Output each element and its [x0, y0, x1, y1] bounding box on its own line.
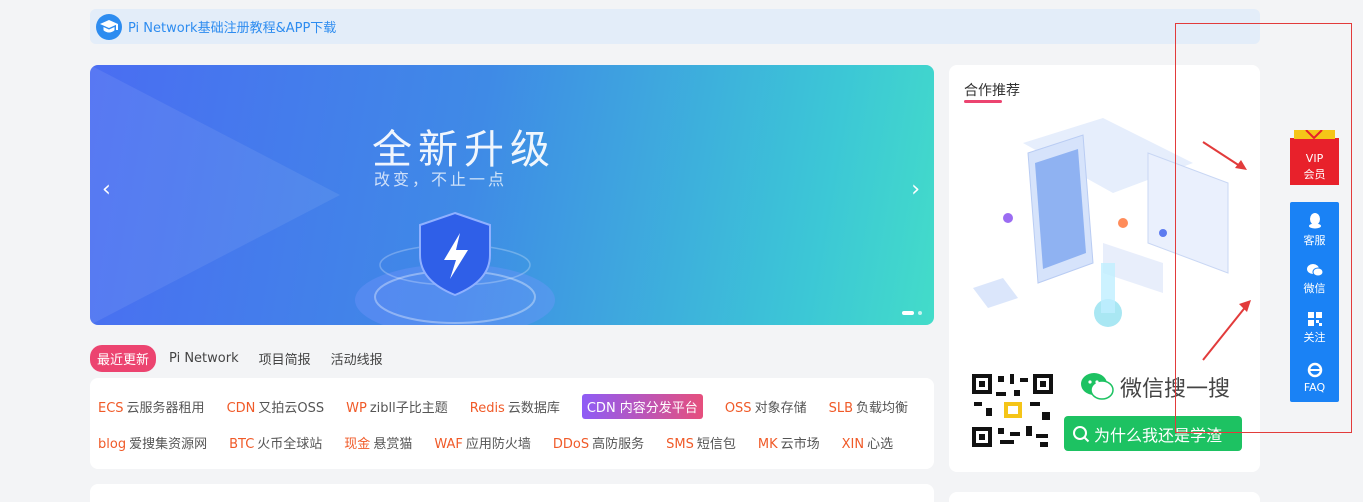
vip-label-2: 会员 [1303, 168, 1326, 181]
follow-button[interactable]: 关注 [1290, 304, 1339, 353]
wechat-icon [1306, 264, 1323, 277]
carousel-dots [902, 311, 922, 315]
carousel-prev-button[interactable]: ‹ [102, 177, 111, 202]
faq-button[interactable]: FAQ [1290, 353, 1339, 402]
links-row-1: ECS 云服务器租用 CDN 又拍云OSS WP zibll子比主题 Redis 云数据… [98, 388, 926, 424]
link-cdn[interactable]: CDN 又拍云OSS [227, 397, 325, 416]
link-sms[interactable]: SMS 短信包 [666, 433, 736, 452]
link-oss[interactable]: OSS 对象存储 [725, 397, 807, 416]
title-underline [964, 100, 1002, 103]
qr-code [970, 372, 1055, 449]
notice-link[interactable]: Pi Network基础注册教程&APP下载 [128, 17, 336, 36]
link-blog[interactable]: blog 爱搜集资源网 [98, 433, 207, 452]
carousel-dot[interactable] [918, 311, 922, 315]
wechat-search-label: 微信搜一搜 [1080, 371, 1230, 403]
content-card [90, 484, 934, 502]
annotation-arrows [1202, 141, 1251, 361]
customer-service-button[interactable]: 客服 [1290, 206, 1339, 255]
link-redis[interactable]: Redis 云数据库 [470, 397, 560, 416]
link-cdn-platform[interactable]: CDN 内容分发平台 [581, 393, 703, 419]
links-row-2: blog 爱搜集资源网 BTC 火币全球站 现金 悬赏猫 WAF 应用防火墙 DDoS 高… [98, 424, 926, 460]
banner-decoration [90, 65, 340, 325]
tab-pi-network[interactable]: Pi Network [162, 347, 246, 370]
vip-button[interactable]: VIP 会员 [1290, 129, 1339, 185]
wechat-icon [1081, 373, 1114, 400]
banner-subline: 改变，不止一点 [374, 170, 508, 189]
tab-project-brief[interactable]: 项目简报 [252, 345, 318, 372]
tab-activity[interactable]: 活动线报 [324, 345, 390, 372]
news-tabs: 最近更新 Pi Network 项目简报 活动线报 [90, 345, 390, 372]
link-ddos[interactable]: DDoS 高防服务 [553, 433, 644, 452]
ie-icon [1307, 362, 1322, 377]
wechat-search-query: 为什么我还是学渣 [1094, 425, 1223, 445]
carousel-next-button[interactable]: › [911, 177, 920, 202]
wechat-search-text: 微信搜一搜 [1120, 377, 1231, 402]
link-cash[interactable]: 现金 悬赏猫 [344, 433, 412, 452]
link-btc[interactable]: BTC 火币全球站 [229, 433, 322, 452]
graduation-cap-icon [96, 13, 122, 40]
partner-links: ECS 云服务器租用 CDN 又拍云OSS WP zibll子比主题 Redis 云数据… [90, 378, 934, 469]
search-icon [1073, 425, 1090, 442]
link-waf[interactable]: WAF 应用防火墙 [434, 433, 531, 452]
vip-label: VIP [1305, 152, 1324, 165]
link-slb[interactable]: SLB 负载均衡 [829, 397, 908, 416]
qrcode-icon [1307, 312, 1322, 326]
link-xin[interactable]: XIN 心选 [842, 433, 893, 452]
card-title: 合作推荐 [964, 83, 1020, 99]
tab-latest[interactable]: 最近更新 [90, 345, 157, 372]
link-mk[interactable]: MK 云市场 [758, 433, 820, 452]
side-card [949, 492, 1260, 502]
link-ecs[interactable]: ECS 云服务器租用 [98, 397, 205, 416]
notice-bar[interactable]: Pi Network基础注册教程&APP下载 [90, 9, 1260, 44]
link-wp[interactable]: WP zibll子比主题 [346, 397, 448, 416]
shield-illustration [355, 211, 555, 325]
hero-carousel[interactable]: 全新升级 改变，不止一点 ‹ › [90, 65, 934, 325]
qq-icon [1308, 213, 1321, 229]
wechat-search-button[interactable]: 为什么我还是学渣 [1064, 416, 1242, 451]
wechat-button[interactable]: 微信 [1290, 255, 1339, 304]
floating-toolbar: 客服 微信 关注 FAQ [1290, 202, 1339, 402]
carousel-dot-active[interactable] [902, 311, 914, 315]
